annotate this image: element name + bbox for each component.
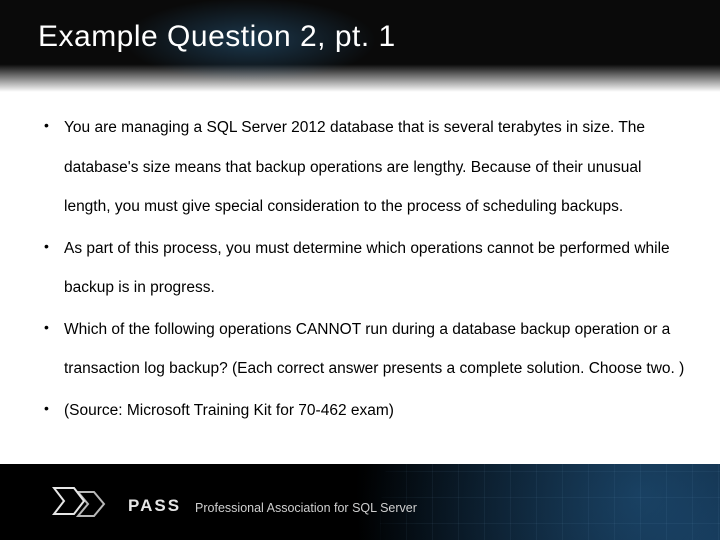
org-short-name: PASS [128,496,181,516]
footer-logo-text: PASS [128,496,181,516]
pass-logo-icon [52,486,114,526]
slide: Example Question 2, pt. 1 You are managi… [0,0,720,540]
list-item: You are managing a SQL Server 2012 datab… [38,108,692,227]
slide-body: You are managing a SQL Server 2012 datab… [38,108,692,432]
bullet-list: You are managing a SQL Server 2012 datab… [38,108,692,430]
slide-title: Example Question 2, pt. 1 [38,20,396,54]
list-item: (Source: Microsoft Training Kit for 70-4… [38,391,692,431]
footer-logo-block: PASS Professional Association for SQL Se… [52,486,417,526]
org-full-name: Professional Association for SQL Server [195,501,417,515]
footer-band: PASS Professional Association for SQL Se… [0,464,720,540]
list-item: Which of the following operations CANNOT… [38,310,692,389]
list-item: As part of this process, you must determ… [38,229,692,308]
